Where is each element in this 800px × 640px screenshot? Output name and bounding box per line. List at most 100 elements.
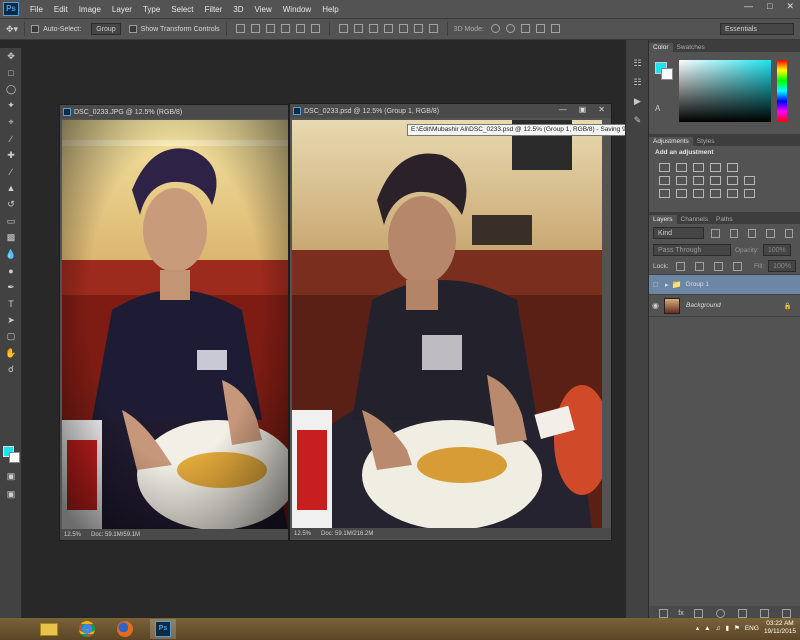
document-window-psd[interactable]: DSC_0233.psd @ 12.5% (Group 1, RGB/8) — … (289, 103, 612, 541)
pen-tool-icon[interactable]: ✒ (0, 279, 22, 296)
show-transform-checkbox[interactable]: Show Transform Controls (128, 25, 220, 33)
eyedropper-tool-icon[interactable]: ∕ (0, 131, 22, 148)
color-field[interactable] (679, 60, 771, 122)
visibility-toggle[interactable]: □ (649, 280, 662, 289)
auto-select-dropdown[interactable]: Group (91, 23, 121, 35)
quick-mask-icon[interactable]: ▣ (0, 468, 22, 485)
photo-filter-icon[interactable] (727, 176, 738, 185)
doc-minimize-icon[interactable]: — (559, 105, 567, 114)
vibrance-icon[interactable] (659, 176, 670, 185)
invert-icon[interactable] (659, 189, 670, 198)
network-icon[interactable]: ▲ (704, 625, 710, 632)
group-icon[interactable] (737, 608, 747, 618)
history-brush-tool-icon[interactable]: ↺ (0, 197, 22, 214)
photoshop-taskbar-icon[interactable]: Ps (150, 619, 176, 639)
type-tool-icon[interactable]: T (0, 296, 22, 313)
document-window-jpg[interactable]: DSC_0233.JPG @ 12.5% (RGB/8) 12.5% Doc: … (59, 104, 289, 541)
mask-icon[interactable] (693, 608, 703, 618)
distribute-icons[interactable] (336, 23, 441, 35)
properties-panel-icon[interactable]: ☷ (626, 73, 649, 92)
photo-original[interactable] (62, 120, 288, 530)
menu-help[interactable]: Help (322, 5, 338, 14)
tray-arrow-icon[interactable]: ▴ (696, 624, 699, 632)
firefox-icon[interactable] (112, 619, 138, 639)
file-explorer-icon[interactable] (36, 619, 62, 639)
volume-icon[interactable]: ♫ (716, 625, 721, 632)
selective-color-icon[interactable] (710, 189, 721, 198)
crop-tool-icon[interactable]: ⌖ (0, 114, 22, 131)
hue-slider[interactable] (777, 60, 787, 122)
chrome-icon[interactable] (74, 619, 100, 639)
tab-paths[interactable]: Paths (712, 215, 737, 224)
curves-icon[interactable] (693, 163, 704, 172)
menu-view[interactable]: View (255, 5, 272, 14)
threshold-icon[interactable] (693, 189, 704, 198)
path-select-tool-icon[interactable]: ➤ (0, 312, 22, 329)
document-tab-psd[interactable]: DSC_0233.psd @ 12.5% (Group 1, RGB/8) — … (290, 104, 611, 118)
channel-mixer-icon[interactable] (744, 176, 755, 185)
kind-dropdown[interactable]: Kind (653, 227, 705, 239)
menu-file[interactable]: File (30, 5, 43, 14)
menu-edit[interactable]: Edit (54, 5, 68, 14)
brush-tool-icon[interactable]: ∕ (0, 164, 22, 181)
close-icon[interactable]: ✕ (786, 1, 794, 12)
eye-icon[interactable]: ◉ (649, 301, 662, 310)
doc-restore-icon[interactable]: ▣ (579, 105, 587, 114)
levels-icon[interactable] (676, 163, 687, 172)
blur-tool-icon[interactable]: 💧 (0, 246, 22, 263)
lasso-tool-icon[interactable]: ◯ (0, 81, 22, 98)
expand-icon[interactable]: ▸ (665, 281, 669, 289)
tab-styles[interactable]: Styles (693, 137, 719, 146)
menu-layer[interactable]: Layer (112, 5, 132, 14)
menu-filter[interactable]: Filter (205, 5, 223, 14)
menu-type[interactable]: Type (143, 5, 160, 14)
fill-field[interactable]: 100% (768, 260, 796, 272)
menu-select[interactable]: Select (171, 5, 193, 14)
posterize-icon[interactable] (676, 189, 687, 198)
zoom-tool-icon[interactable]: ☌ (0, 362, 22, 379)
black-white-icon[interactable] (710, 176, 721, 185)
tab-channels[interactable]: Channels (677, 215, 712, 224)
battery-icon[interactable]: ▮ (725, 624, 729, 632)
exposure-icon[interactable] (710, 163, 721, 172)
hue-saturation-icon[interactable] (676, 176, 687, 185)
doc-close-icon[interactable]: ✕ (598, 105, 605, 114)
layer-background[interactable]: ◉ Background 🔒 (649, 295, 800, 317)
auto-select-checkbox[interactable]: Auto-Select: (31, 25, 81, 33)
menu-3d[interactable]: 3D (233, 5, 243, 14)
blend-mode-dropdown[interactable]: Pass Through (653, 244, 731, 256)
adjustment-layer-icon[interactable] (715, 608, 725, 618)
new-layer-icon[interactable] (759, 608, 769, 618)
tab-layers[interactable]: Layers (649, 215, 677, 224)
layer-group-1[interactable]: □ ▸ 📁 Group 1 (649, 275, 800, 295)
shape-tool-icon[interactable]: ▢ (0, 329, 22, 346)
document-tab-jpg[interactable]: DSC_0233.JPG @ 12.5% (RGB/8) (60, 105, 288, 119)
brightness-icon[interactable] (659, 163, 670, 172)
move-tool-icon[interactable]: ✥▾ (6, 24, 18, 35)
dodge-tool-icon[interactable]: ● (0, 263, 22, 280)
gradient-map-icon[interactable] (727, 189, 738, 198)
history-panel-icon[interactable]: ☷ (626, 54, 649, 73)
language-indicator[interactable]: ENG (745, 625, 759, 632)
clone-stamp-tool-icon[interactable]: ▲ (0, 180, 22, 197)
zoom-level-jpg[interactable]: 12.5% (64, 532, 81, 538)
workspace-dropdown[interactable]: Essentials (720, 23, 794, 35)
minimize-icon[interactable]: — (744, 1, 753, 12)
align-icons[interactable] (233, 23, 323, 35)
tab-swatches[interactable]: Swatches (673, 43, 709, 52)
flag-icon[interactable]: ⚑ (734, 624, 740, 632)
fx-icon[interactable]: fx (678, 610, 683, 617)
opacity-field[interactable]: 100% (762, 244, 791, 256)
color-balance-icon[interactable] (693, 176, 704, 185)
maximize-icon[interactable]: □ (767, 1, 772, 12)
gradient-icon[interactable] (727, 163, 738, 172)
color-bg-swatch[interactable] (661, 68, 673, 80)
tab-color[interactable]: Color (649, 43, 673, 52)
zoom-level-psd[interactable]: 12.5% (294, 531, 311, 537)
eraser-tool-icon[interactable]: ▭ (0, 213, 22, 230)
color-lookup-icon[interactable] (744, 189, 755, 198)
background-color-swatch[interactable] (9, 452, 20, 463)
photo-edited[interactable] (292, 120, 602, 530)
gradient-tool-icon[interactable]: ▩ (0, 230, 22, 247)
actions-panel-icon[interactable]: ▶ (626, 92, 649, 111)
